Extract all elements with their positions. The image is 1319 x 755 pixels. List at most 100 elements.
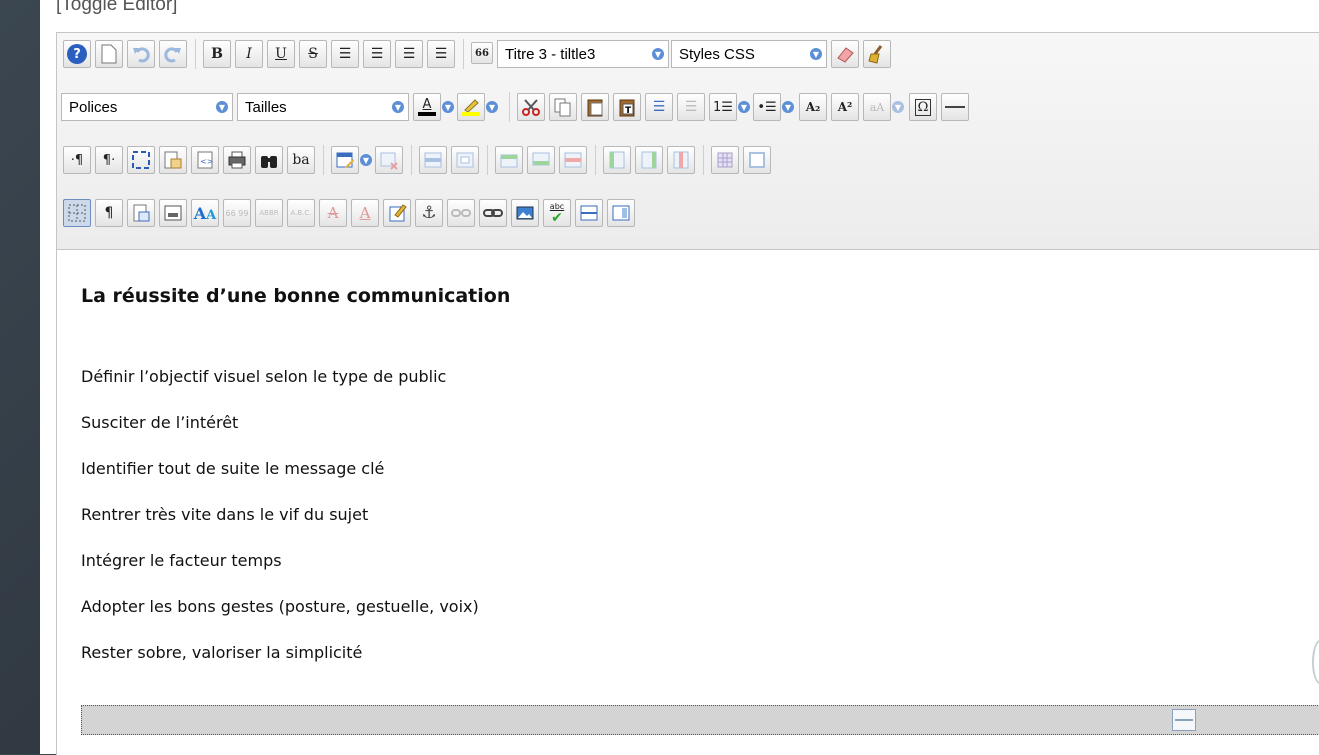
iframe-button[interactable] [607,199,635,227]
form-button[interactable] [159,199,187,227]
image-button[interactable] [511,199,539,227]
highlight-color-dropdown[interactable]: ▼ [485,93,499,121]
new-page-button[interactable] [95,40,123,68]
outdent-icon: ☰ [684,99,698,115]
subscript-button[interactable]: A₂ [799,93,827,121]
font-family-select[interactable]: Polices ▼ [61,93,233,121]
align-center-button[interactable]: ☰ [363,40,391,68]
blockquote-button[interactable]: 66 [471,42,493,64]
toolbar-separator [703,145,704,175]
editor-page: [Toggle Editor] ? B I U S ☰ ☰ ☰ ☰ 66 Tit… [40,0,1319,755]
anchor-button[interactable]: ⚓ [415,199,443,227]
rtl-button[interactable]: ¶· [95,146,123,174]
toolbar-row-4: ¶ AA 66 99 ABBR A.B.C. A A ⚓ abc ✔ [57,197,1319,233]
source-button[interactable]: <> [191,146,219,174]
ins-button[interactable]: A [351,199,379,227]
attributes-button[interactable] [383,199,411,227]
omega-icon: Ω [914,98,932,116]
special-char-button[interactable]: Ω [909,93,937,121]
paste-text-button[interactable]: T [613,93,641,121]
templates-button[interactable] [159,146,187,174]
page-break-marker[interactable] [81,705,1319,735]
delete-col-button[interactable] [667,146,695,174]
paste-word-button[interactable] [127,199,155,227]
bulleted-list-dropdown[interactable]: ▼ [781,93,795,121]
text-color-dropdown[interactable]: ▼ [441,93,455,121]
clean-button[interactable] [863,40,891,68]
table-grid-button[interactable] [711,146,739,174]
undo-button[interactable] [127,40,155,68]
content-heading: La réussite d’une bonne communication [81,285,511,307]
ltr-button[interactable]: ·¶ [63,146,91,174]
iframe-icon [612,205,630,221]
superscript-button[interactable]: A² [831,93,859,121]
print-button[interactable] [223,146,251,174]
table-frame-button[interactable] [743,146,771,174]
language-icon: aA [869,100,885,114]
del-button[interactable]: A [319,199,347,227]
styles-select[interactable]: Styles CSS ▼ [671,40,827,68]
numbered-list-icon: 1☰ [713,99,733,115]
insert-row-before-button[interactable] [495,146,523,174]
acronym-button[interactable]: A.B.C. [287,199,315,227]
table-button[interactable] [331,146,359,174]
cell-props-button[interactable] [451,146,479,174]
content-line: Intégrer le facteur temps [81,551,282,570]
cite-button[interactable]: 66 99 [223,199,251,227]
bold-button[interactable]: B [203,40,231,68]
delete-row-button[interactable] [559,146,587,174]
font-style-button[interactable]: AA [191,199,219,227]
insert-row-after-button[interactable] [527,146,555,174]
replace-button[interactable]: ba [287,146,315,174]
cut-button[interactable] [517,93,545,121]
language-dropdown[interactable]: ▼ [891,93,905,121]
language-button[interactable]: aA [863,93,891,121]
spellcheck-button[interactable]: abc ✔ [543,199,571,227]
justify-icon: ☰ [338,46,352,62]
text-color-button[interactable]: A [413,93,441,121]
horizontal-rule-button[interactable] [941,93,969,121]
show-blocks-button[interactable] [63,199,91,227]
strikethrough-button[interactable]: S [299,40,327,68]
insert-col-before-button[interactable] [603,146,631,174]
link-button[interactable] [479,199,507,227]
align-right-icon: ☰ [434,46,448,62]
paste-button[interactable] [581,93,609,121]
chevron-down-icon: ▼ [216,101,228,113]
highlight-color-button[interactable] [457,93,485,121]
abbr-button[interactable]: ABBR [255,199,283,227]
outdent-button[interactable]: ☰ [677,93,705,121]
underline-button[interactable]: U [267,40,295,68]
help-button[interactable]: ? [63,40,91,68]
toolbar-separator [323,145,324,175]
remove-format-button[interactable] [831,40,859,68]
bulleted-list-button[interactable]: •☰ [753,93,781,121]
find-button[interactable] [255,146,283,174]
delete-table-button[interactable] [375,146,403,174]
unlink-button[interactable] [447,199,475,227]
table-dropdown[interactable]: ▼ [359,146,373,174]
numbered-list-dropdown[interactable]: ▼ [737,93,751,121]
format-select[interactable]: Titre 3 - tiltle3 ▼ [497,40,669,68]
unlink-icon [451,209,471,217]
delete-column-icon [673,151,689,169]
numbered-list-button[interactable]: 1☰ [709,93,737,121]
align-left-button[interactable]: ☰ [395,40,423,68]
redo-button[interactable] [159,40,187,68]
page-break-button[interactable] [575,199,603,227]
italic-button[interactable]: I [235,40,263,68]
editor-toolbar: ? B I U S ☰ ☰ ☰ ☰ 66 Titre 3 - tiltle3 ▼… [57,33,1319,250]
toggle-editor-link[interactable]: [Toggle Editor] [56,0,177,16]
checkmark-icon: ✔ [551,209,563,226]
copy-button[interactable] [549,93,577,121]
justify-button[interactable]: ☰ [331,40,359,68]
format-select-value: Titre 3 - tiltle3 [505,45,596,63]
rich-text-editor: ? B I U S ☰ ☰ ☰ ☰ 66 Titre 3 - tiltle3 ▼… [56,32,1319,755]
indent-button[interactable]: ☰ [645,93,673,121]
font-size-select[interactable]: Tailles ▼ [237,93,409,121]
align-right-button[interactable]: ☰ [427,40,455,68]
paragraph-button[interactable]: ¶ [95,199,123,227]
row-props-button[interactable] [419,146,447,174]
insert-col-after-button[interactable] [635,146,663,174]
maximize-button[interactable] [127,146,155,174]
